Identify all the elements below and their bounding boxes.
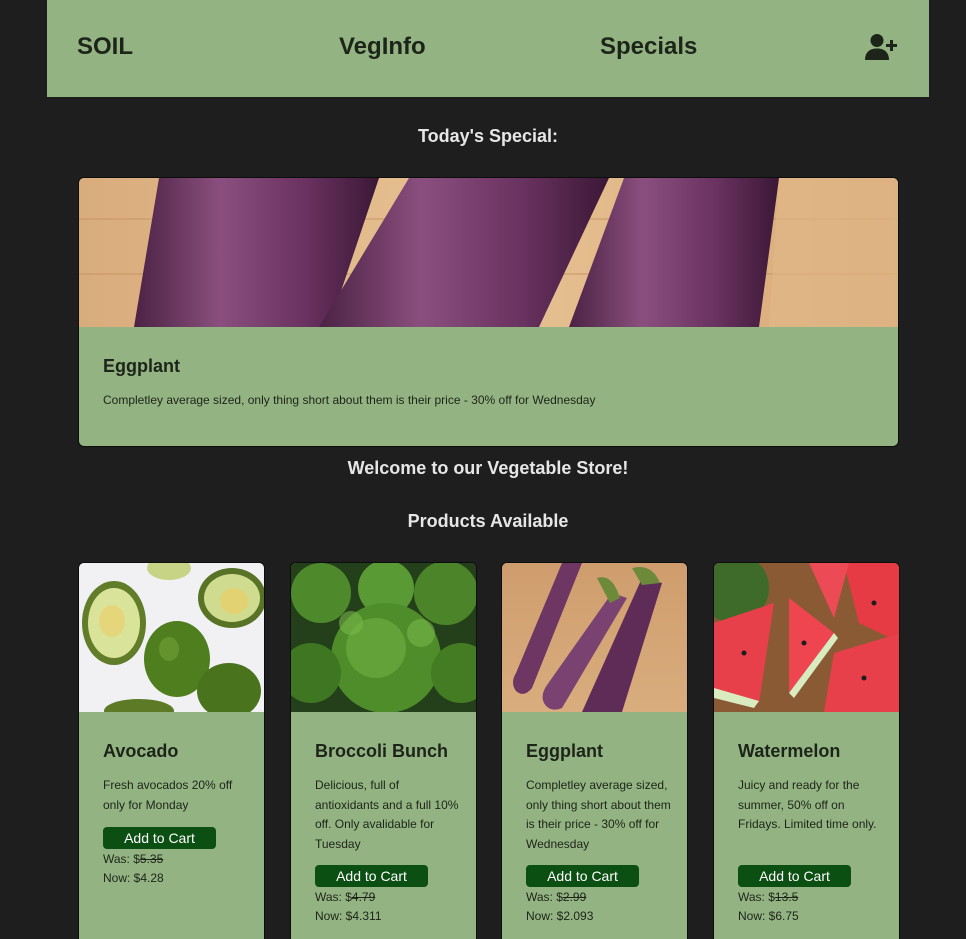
- broccoli-image: [291, 563, 476, 712]
- product-title: Avocado: [103, 741, 179, 761]
- eggplant-image: [502, 563, 687, 712]
- now-price: Now: $4.311: [315, 909, 382, 923]
- product-card-broccoli: Broccoli Bunch Delicious, full of antiox…: [290, 562, 477, 939]
- product-description: Completley average sized, only thing sho…: [526, 778, 671, 851]
- special-title: Eggplant: [103, 356, 180, 376]
- was-price: Was: $2.99: [526, 890, 587, 904]
- nav-link-veginfo[interactable]: VegInfo: [339, 33, 426, 61]
- product-title: Broccoli Bunch: [315, 741, 449, 761]
- nav-brand-soil[interactable]: SOIL: [77, 33, 133, 61]
- watermelon-image: [714, 563, 899, 712]
- product-title: Watermelon: [738, 741, 841, 761]
- was-price: Was: $13.5: [738, 890, 799, 904]
- avocado-image: [79, 563, 264, 712]
- welcome-heading: Welcome to our Vegetable Store!: [347, 458, 629, 478]
- was-price: Was: $4.79: [315, 890, 376, 904]
- was-price: Was: $5.35: [103, 852, 164, 866]
- products-heading: Products Available: [407, 511, 569, 531]
- todays-special-heading: Today's Special:: [418, 126, 558, 146]
- product-description: Fresh avocados 20% off only for Monday: [103, 778, 233, 812]
- product-card-avocado: Avocado Fresh avocados 20% off only for …: [78, 562, 265, 939]
- product-description: Delicious, full of antioxidants and a fu…: [315, 778, 459, 851]
- product-card-eggplant: Eggplant Completley average sized, only …: [501, 562, 688, 939]
- now-price: Now: $4.28: [103, 871, 164, 885]
- add-to-cart-button[interactable]: Add to Cart: [526, 865, 639, 887]
- add-to-cart-button[interactable]: Add to Cart: [103, 827, 216, 849]
- navbar: SOIL VegInfo Specials: [47, 0, 929, 97]
- nav-link-specials[interactable]: Specials: [600, 33, 697, 61]
- product-description: Juicy and ready for the summer, 50% off …: [738, 778, 877, 831]
- product-card-watermelon: Watermelon Juicy and ready for the summe…: [713, 562, 900, 939]
- add-to-cart-button[interactable]: Add to Cart: [738, 865, 851, 887]
- now-price: Now: $2.093: [526, 909, 594, 923]
- add-to-cart-button[interactable]: Add to Cart: [315, 865, 428, 887]
- now-price: Now: $6.75: [738, 909, 799, 923]
- user-plus-icon[interactable]: [865, 33, 897, 61]
- special-description: Completley average sized, only thing sho…: [103, 393, 596, 407]
- special-card: Eggplant Completley average sized, only …: [78, 177, 899, 447]
- eggplant-image: [79, 178, 898, 327]
- product-title: Eggplant: [526, 741, 603, 761]
